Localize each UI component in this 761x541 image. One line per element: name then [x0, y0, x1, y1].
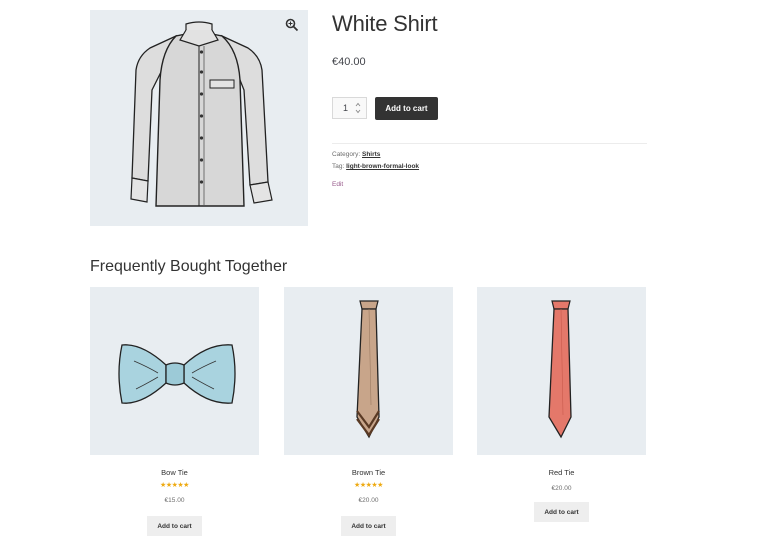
red-tie-image [548, 300, 572, 439]
product-main-image[interactable] [90, 10, 308, 226]
add-to-cart-button[interactable]: Add to cart [147, 516, 202, 536]
zoom-icon[interactable] [285, 18, 299, 32]
brown-tie-image [356, 300, 380, 439]
category-label: Category: [332, 151, 361, 158]
related-products-heading: Frequently Bought Together [90, 258, 288, 275]
product-card-price: €20.00 [551, 485, 572, 492]
product-card-price: €20.00 [358, 497, 379, 504]
product-price: €40.00 [332, 56, 366, 68]
product-title: White Shirt [332, 11, 438, 36]
white-shirt-image [130, 21, 273, 207]
product-card-image[interactable] [90, 287, 259, 455]
product-card-title[interactable]: Brown Tie [284, 468, 453, 477]
category-link[interactable]: Shirts [362, 151, 380, 158]
quantity-input[interactable]: 1 [332, 97, 367, 119]
up-down-arrows-icon[interactable] [354, 100, 362, 116]
bow-tie-image [118, 344, 236, 404]
star-rating: ★★★★★ [354, 482, 383, 489]
product-card-image[interactable] [477, 287, 646, 455]
add-to-cart-button[interactable]: Add to cart [375, 97, 438, 120]
add-to-cart-button[interactable]: Add to cart [534, 502, 589, 522]
product-card-title[interactable]: Red Tie [477, 468, 646, 477]
tag-label: Tag: [332, 163, 345, 170]
quantity-value: 1 [343, 103, 349, 113]
product-card-title[interactable]: Bow Tie [90, 468, 259, 477]
product-card-price: €15.00 [164, 497, 185, 504]
edit-link[interactable]: Edit [332, 181, 343, 188]
add-to-cart-button[interactable]: Add to cart [341, 516, 396, 536]
product-category: Category: Shirts [332, 151, 380, 158]
product-card-image[interactable] [284, 287, 453, 455]
tag-link[interactable]: light-brown-formal-look [346, 163, 419, 170]
divider [332, 143, 647, 144]
product-tag: Tag: light-brown-formal-look [332, 163, 419, 170]
star-rating: ★★★★★ [160, 482, 189, 489]
